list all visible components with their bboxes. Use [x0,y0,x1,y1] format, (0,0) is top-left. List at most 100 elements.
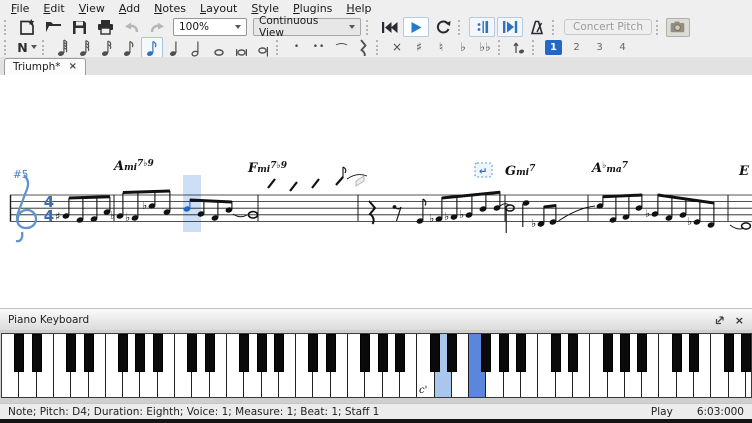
menu-add[interactable]: Add [112,1,147,16]
chord-symbol[interactable]: A♭ma7 [592,161,628,176]
piano-key-black[interactable] [187,334,197,372]
note-8th-alt-button[interactable] [119,38,139,57]
piano-keyboard[interactable]: c' [1,333,752,398]
note-16th-button[interactable] [97,38,117,57]
piano-key-black[interactable] [603,334,613,372]
menu-edit[interactable]: Edit [36,1,71,16]
toolbar-grip[interactable] [376,40,383,55]
note-breve-button[interactable] [231,38,251,57]
toolbar-grip[interactable] [552,20,559,35]
tab-triumph[interactable]: Triumph* × [4,58,86,75]
natural-button[interactable]: ♮ [431,38,451,57]
piano-key-black[interactable] [14,334,24,372]
augmentation-dot-button[interactable]: • [287,38,307,57]
toolbar-grip[interactable] [4,40,11,55]
menu-file[interactable]: File [4,1,36,16]
piano-key-black[interactable] [499,334,509,372]
piano-key-black[interactable] [308,334,318,372]
piano-key-black[interactable] [135,334,145,372]
rest-button[interactable] [353,38,373,57]
chord-symbol[interactable]: Gmi7 [505,164,535,179]
print-button[interactable] [93,18,117,36]
voice-4-button[interactable]: 4 [614,40,631,55]
chord-symbol[interactable]: Ami7♭9 [114,159,154,174]
piano-key-black[interactable] [516,334,526,372]
note-group[interactable]: ♭ ♭ [596,194,751,230]
double-sharp-button[interactable]: × [387,38,407,57]
play-repeats-button[interactable] [469,17,495,37]
piano-key-black[interactable] [620,334,630,372]
toolbar-grip[interactable] [458,20,465,35]
toolbar-grip[interactable] [276,40,283,55]
menu-plugins[interactable]: Plugins [286,1,339,16]
double-dot-button[interactable]: •• [309,38,329,57]
play-button[interactable] [403,17,429,37]
piano-key-black[interactable] [360,334,370,372]
piano-key-black[interactable] [239,334,249,372]
note-half-button[interactable] [187,38,207,57]
piano-key-black[interactable] [257,334,267,372]
menu-help[interactable]: Help [339,1,378,16]
sharp-button[interactable]: ♯ [409,38,429,57]
image-capture-button[interactable] [666,18,690,37]
toolbar-grip[interactable] [656,20,663,35]
piano-panel-header[interactable]: Piano Keyboard × [0,308,752,332]
flip-direction-button[interactable] [509,38,529,57]
chord-symbol[interactable]: E [739,164,749,179]
piano-key-black[interactable] [274,334,284,372]
system-break-marker[interactable]: ↵ [475,163,492,178]
note-32nd-button[interactable] [75,38,95,57]
toolbar-grip[interactable] [42,40,49,55]
piano-key-black[interactable] [724,334,734,372]
toolbar-grip[interactable] [532,40,539,55]
undock-icon[interactable] [715,315,725,325]
toolbar-grip[interactable] [498,40,505,55]
time-signature[interactable]: 4 4 [44,193,54,225]
piano-key-black[interactable] [672,334,682,372]
piano-key-black[interactable] [689,334,699,372]
piano-key-black[interactable] [84,334,94,372]
loop-playback-button[interactable] [431,18,455,36]
piano-key-black[interactable] [395,334,405,372]
note-group[interactable]: ♭ [506,199,595,233]
note-eighth-button[interactable] [141,37,163,58]
redo-button[interactable] [145,18,169,36]
piano-key-black[interactable] [32,334,42,372]
view-mode-combo[interactable]: Continuous View [253,18,361,36]
piano-key-black[interactable] [447,334,457,372]
piano-key-black[interactable] [66,334,76,372]
piano-key-black[interactable] [551,334,561,372]
chord-symbol[interactable]: Fmi7♭9 [248,161,287,176]
save-button[interactable] [67,18,91,36]
piano-key-black[interactable] [430,334,440,372]
menu-view[interactable]: View [72,1,112,16]
note-input-button[interactable]: N [15,38,39,56]
menu-style[interactable]: Style [244,1,286,16]
rewind-button[interactable] [377,18,401,36]
menu-notes[interactable]: Notes [147,1,193,16]
close-icon[interactable]: × [69,62,77,72]
undo-button[interactable] [119,18,143,36]
note-longa-button[interactable] [253,38,273,57]
score-canvas[interactable]: #5 4 4 ♯ ♭ [0,75,752,308]
zoom-combo[interactable]: 100% [173,18,247,36]
voice-3-button[interactable]: 3 [591,40,608,55]
flat-button[interactable]: ♭ [453,38,473,57]
tie-button[interactable] [331,38,351,57]
piano-key-black[interactable] [481,334,491,372]
concert-pitch-button[interactable]: Concert Pitch [564,19,652,35]
toolbar-grip[interactable] [4,20,11,35]
metronome-button[interactable] [525,18,549,36]
piano-key-black[interactable] [568,334,578,372]
close-icon[interactable]: × [735,315,744,326]
piano-key-black[interactable] [153,334,163,372]
voice-1-button[interactable]: 1 [545,40,562,55]
piano-key-black[interactable] [741,334,751,372]
pan-score-button[interactable] [497,17,523,37]
piano-key-black[interactable] [205,334,215,372]
voice-2-button[interactable]: 2 [568,40,585,55]
double-flat-button[interactable]: ♭♭ [475,38,495,57]
piano-key-black[interactable] [637,334,647,372]
piano-key-black[interactable] [326,334,336,372]
note-quarter-button[interactable] [165,38,185,57]
